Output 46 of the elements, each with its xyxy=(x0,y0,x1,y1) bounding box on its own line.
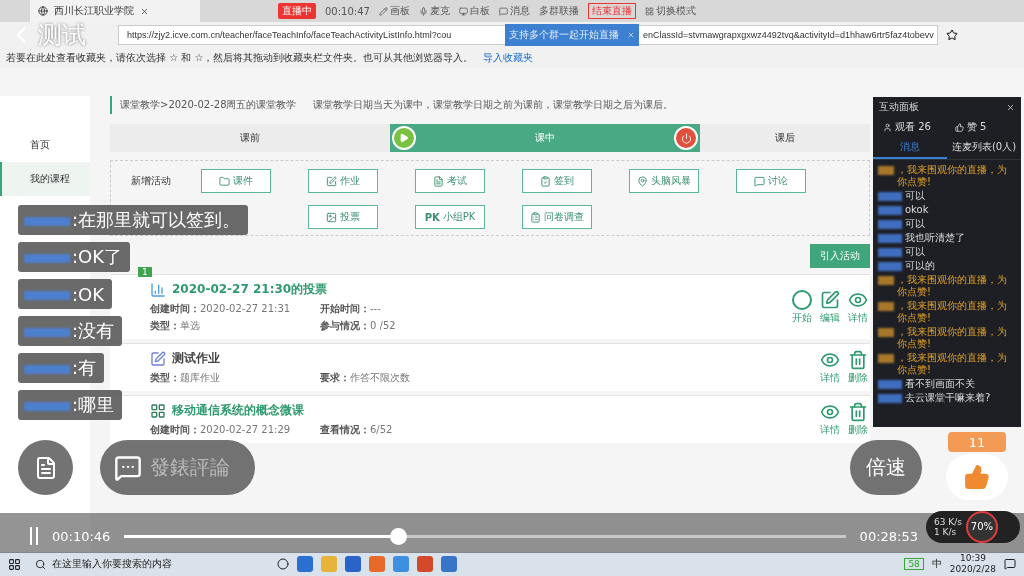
like-count-badge: 11 xyxy=(948,432,1006,452)
count-badge: 1 xyxy=(138,267,152,277)
battery-level: 58 xyxy=(904,558,924,570)
breadcrumb: 课堂教学>2020-02-28周五的课堂教学 xyxy=(120,98,297,112)
favorites-hint: 若要在此处查看收藏夹，请依次选择 ☆ 和 ☆，然后将其拖动到收藏夹栏文件夹。也可从其他浏览器导入。 xyxy=(6,51,474,65)
comment-text: :没有 xyxy=(72,319,115,343)
like-count: 赞 5 xyxy=(966,120,987,134)
chat-message: ，我来围观你的直播，为你点赞! xyxy=(897,164,1008,188)
chat-message: ，我来围观你的直播，为你点赞! xyxy=(897,274,1008,298)
video-title: 测试 xyxy=(38,23,86,47)
chat-message: 可以 xyxy=(905,246,925,258)
chat-message: ，我来围观你的直播，为你点赞! xyxy=(897,326,1008,350)
activity-field: 创建时间：2020-02-27 21:29 xyxy=(150,423,320,437)
activity-field: 要求：作答不限次数 xyxy=(320,371,470,385)
chat-message: okok xyxy=(905,204,929,216)
viewer-count: 观看 26 xyxy=(895,120,931,134)
chat-message: 看不到画面不关 xyxy=(905,378,975,390)
total-time: 00:28:53 xyxy=(859,528,918,544)
chat-message: ，我来围观你的直播，为你点赞! xyxy=(897,300,1008,324)
chat-message: 可以 xyxy=(905,190,925,202)
upload-speed: 63 K/s xyxy=(934,517,962,527)
chat-message: 可以 xyxy=(905,218,925,230)
panel-title: 互动面板 xyxy=(879,100,919,114)
activity-field: 参与情况：0 /52 xyxy=(320,319,470,333)
activity-field: 类型：题库作业 xyxy=(150,371,320,385)
comment-text: :OK了 xyxy=(72,245,123,269)
chat-message: ，我来围观你的直播，为你点赞! xyxy=(897,352,1008,376)
chat-message: 我也听清楚了 xyxy=(905,232,965,244)
live-time: 00:10:47 xyxy=(325,5,370,17)
live-status: 直播中 xyxy=(278,3,316,19)
chat-message: 可以的 xyxy=(905,260,935,272)
hint-tooltip: 支持多个群一起开始直播 xyxy=(505,24,639,46)
cpu-usage: 70% xyxy=(965,511,998,543)
activity-field: 创建时间：2020-02-27 21:31 xyxy=(150,302,320,316)
comment-text: :有 xyxy=(72,356,97,380)
comment-text: :OK xyxy=(72,283,105,305)
stage-note: 课堂教学日期当天为课中，课堂教学日期之前为课前，课堂教学日期之后为课后。 xyxy=(312,98,673,112)
chat-message: 去云课堂干嘛来着? xyxy=(905,392,991,404)
comment-text: :哪里 xyxy=(72,393,115,417)
comment-text: :在那里就可以签到。 xyxy=(72,208,241,232)
add-activity-label: 新增活动 xyxy=(131,174,172,188)
activity-field: 开始时间：--- xyxy=(320,302,470,316)
activity-field: 类型：单选 xyxy=(150,319,320,333)
download-speed: 1 K/s xyxy=(934,527,958,537)
elapsed-time: 00:10:46 xyxy=(52,528,111,544)
activity-field: 查看情况：6/52 xyxy=(320,423,470,437)
